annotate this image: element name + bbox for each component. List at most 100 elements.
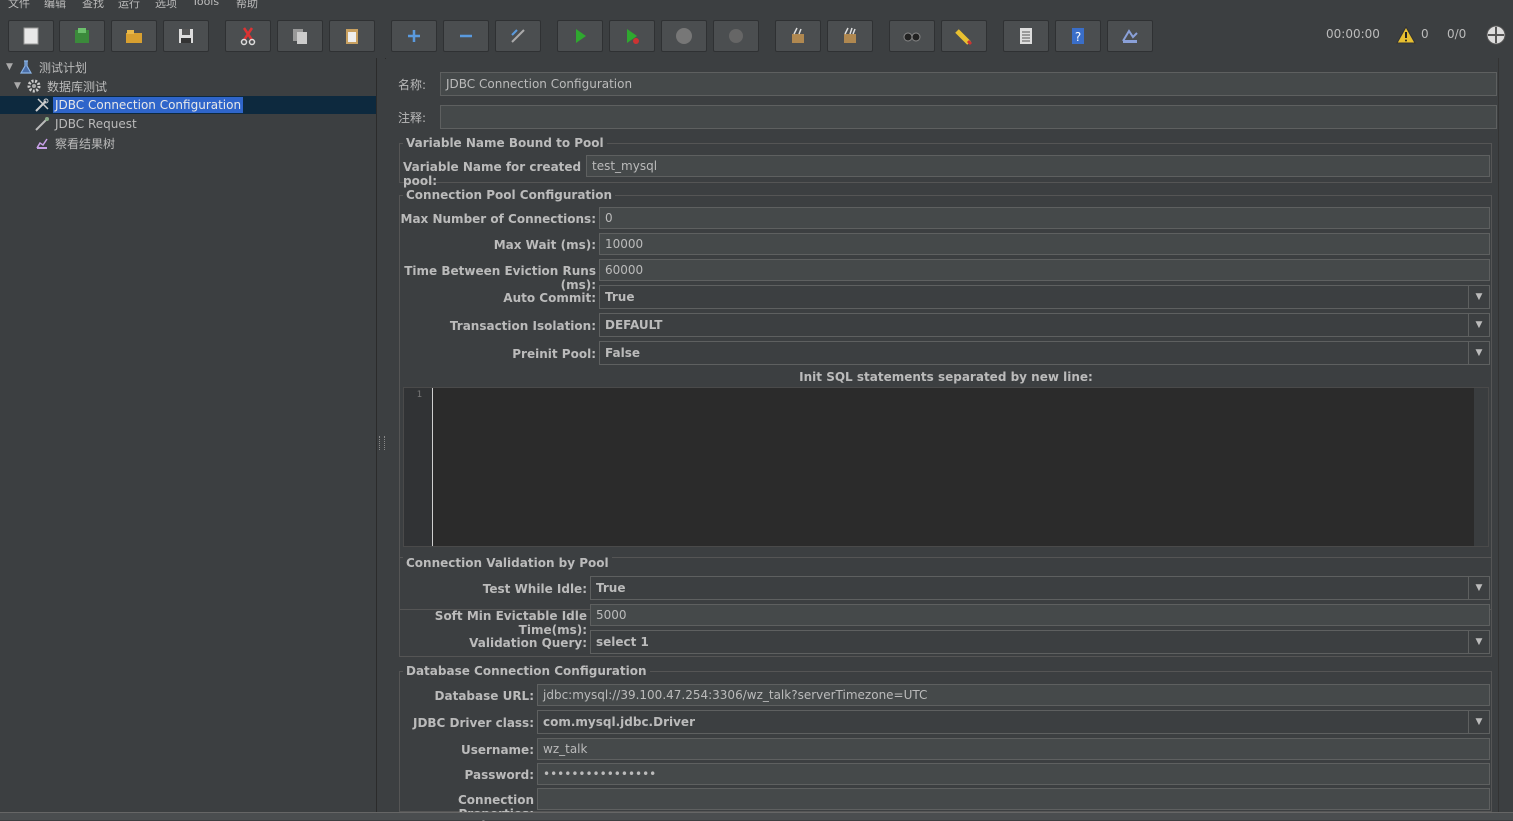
collapse-icon bbox=[460, 34, 472, 38]
line-number-gutter: 1 bbox=[404, 388, 433, 546]
cut-icon bbox=[240, 27, 256, 46]
transaction-isolation-select[interactable]: DEFAULT ▼ bbox=[599, 313, 1490, 337]
search-button[interactable] bbox=[889, 20, 935, 52]
menu-edit[interactable]: 编辑 bbox=[44, 0, 66, 10]
tree-node-jdbc-config[interactable]: JDBC Connection Configuration bbox=[34, 96, 244, 114]
preinit-pool-select[interactable]: False ▼ bbox=[599, 341, 1490, 365]
preinit-pool-label: Preinit Pool: bbox=[512, 347, 596, 361]
help-button[interactable]: ? bbox=[1055, 20, 1101, 52]
validation-query-label: Validation Query: bbox=[469, 636, 587, 650]
validation-query-select[interactable]: select 1 ▼ bbox=[590, 630, 1490, 654]
menu-help[interactable]: 帮助 bbox=[236, 0, 258, 10]
templates-button[interactable] bbox=[59, 20, 105, 52]
menu-options[interactable]: 选项 bbox=[155, 0, 177, 10]
clear-icon bbox=[792, 27, 804, 43]
stop-icon bbox=[676, 28, 692, 44]
start-icon bbox=[576, 29, 586, 43]
clear-all-icon bbox=[844, 27, 856, 43]
auto-commit-select[interactable]: True ▼ bbox=[599, 285, 1490, 309]
remote-status-icon[interactable] bbox=[1485, 24, 1507, 46]
connection-properties-input[interactable] bbox=[537, 788, 1490, 810]
expand-button[interactable] bbox=[391, 20, 437, 52]
menu-search[interactable]: 查找 bbox=[82, 0, 104, 10]
shutdown-button[interactable] bbox=[713, 20, 759, 52]
test-while-idle-select[interactable]: True ▼ bbox=[590, 576, 1490, 600]
tree-node-test-plan[interactable]: ▼ 测试计划 bbox=[6, 58, 89, 76]
reset-search-button[interactable] bbox=[941, 20, 987, 52]
collapse-arrow-icon[interactable]: ▼ bbox=[14, 81, 24, 91]
preinit-pool-value: False bbox=[605, 346, 640, 360]
help-icon: ? bbox=[1072, 28, 1084, 44]
new-icon bbox=[23, 27, 39, 45]
remote-button[interactable] bbox=[1107, 20, 1153, 52]
tree-node-label: JDBC Connection Configuration bbox=[53, 97, 244, 113]
svg-text:?: ? bbox=[1075, 30, 1081, 44]
password-input[interactable]: •••••••••••••••• bbox=[537, 763, 1490, 785]
chevron-down-icon[interactable]: ▼ bbox=[1468, 286, 1489, 308]
variable-section-title: Variable Name Bound to Pool bbox=[403, 136, 607, 150]
chart-icon bbox=[34, 135, 50, 151]
copy-button[interactable] bbox=[277, 20, 323, 52]
cut-button[interactable] bbox=[225, 20, 271, 52]
tree-node-thread-group[interactable]: ▼ 数据库测试 bbox=[14, 77, 109, 95]
transaction-isolation-value: DEFAULT bbox=[605, 318, 663, 332]
drag-handle-icon[interactable] bbox=[379, 436, 385, 450]
clear-all-button[interactable] bbox=[827, 20, 873, 52]
jdbc-driver-select[interactable]: com.mysql.jdbc.Driver ▼ bbox=[537, 710, 1490, 734]
eviction-runs-input[interactable]: 60000 bbox=[599, 259, 1490, 281]
username-input[interactable]: wz_talk bbox=[537, 738, 1490, 760]
menu-tools[interactable]: Tools bbox=[192, 0, 219, 8]
collapse-arrow-icon[interactable]: ▼ bbox=[6, 62, 16, 72]
editor-scrollbar[interactable] bbox=[1474, 388, 1488, 546]
thread-count: 0/0 bbox=[1447, 27, 1467, 41]
chevron-down-icon[interactable]: ▼ bbox=[1468, 314, 1489, 336]
chevron-down-icon[interactable]: ▼ bbox=[1468, 577, 1489, 599]
warning-count: 0 bbox=[1421, 27, 1429, 41]
variable-name-input[interactable]: test_mysql bbox=[586, 155, 1490, 177]
chevron-down-icon[interactable]: ▼ bbox=[1468, 342, 1489, 364]
max-wait-input[interactable]: 10000 bbox=[599, 233, 1490, 255]
new-button[interactable] bbox=[8, 20, 54, 52]
variable-name-label: Variable Name for created pool: bbox=[403, 160, 582, 188]
test-while-idle-value: True bbox=[596, 581, 626, 595]
test-while-idle-label: Test While Idle: bbox=[482, 582, 587, 596]
tree-node-results-tree[interactable]: 察看结果树 bbox=[34, 134, 117, 152]
clear-button[interactable] bbox=[775, 20, 821, 52]
comment-input[interactable] bbox=[440, 105, 1497, 129]
start-no-pause-icon bbox=[627, 29, 639, 44]
stop-button[interactable] bbox=[661, 20, 707, 52]
tree-node-label: JDBC Request bbox=[55, 117, 137, 131]
open-icon bbox=[126, 30, 142, 43]
collapse-button[interactable] bbox=[443, 20, 489, 52]
menu-run[interactable]: 运行 bbox=[118, 0, 140, 10]
templates-icon bbox=[75, 28, 89, 43]
warning-icon[interactable] bbox=[1396, 26, 1416, 44]
max-connections-label: Max Number of Connections: bbox=[400, 212, 596, 226]
start-button[interactable] bbox=[557, 20, 603, 52]
function-helper-button[interactable] bbox=[1003, 20, 1049, 52]
open-button[interactable] bbox=[111, 20, 157, 52]
split-pane-divider[interactable] bbox=[377, 58, 385, 812]
validation-section-title: Connection Validation by Pool bbox=[403, 556, 612, 570]
comment-label: 注释: bbox=[398, 111, 427, 125]
tree-node-jdbc-request[interactable]: JDBC Request bbox=[34, 115, 139, 133]
elapsed-timer: 00:00:00 bbox=[1326, 27, 1380, 41]
line-number: 1 bbox=[416, 390, 422, 400]
soft-min-idle-input[interactable]: 5000 bbox=[590, 604, 1490, 626]
name-input[interactable]: JDBC Connection Configuration bbox=[440, 72, 1497, 96]
toggle-button[interactable] bbox=[495, 20, 541, 52]
auto-commit-value: True bbox=[605, 290, 635, 304]
max-connections-input[interactable]: 0 bbox=[599, 207, 1490, 229]
paste-icon bbox=[346, 29, 358, 44]
save-button[interactable] bbox=[163, 20, 209, 52]
chevron-down-icon[interactable]: ▼ bbox=[1468, 631, 1489, 653]
start-no-pause-button[interactable] bbox=[609, 20, 655, 52]
chevron-down-icon[interactable]: ▼ bbox=[1468, 711, 1489, 733]
database-url-input[interactable]: jdbc:mysql://39.100.47.254:3306/wz_talk?… bbox=[537, 684, 1490, 706]
paste-button[interactable] bbox=[329, 20, 375, 52]
menu-file[interactable]: 文件 bbox=[8, 0, 30, 10]
init-sql-label: Init SQL statements separated by new lin… bbox=[799, 370, 1093, 384]
expand-icon bbox=[408, 30, 420, 42]
database-section-title: Database Connection Configuration bbox=[403, 664, 650, 678]
init-sql-editor[interactable]: 1 bbox=[403, 387, 1489, 547]
